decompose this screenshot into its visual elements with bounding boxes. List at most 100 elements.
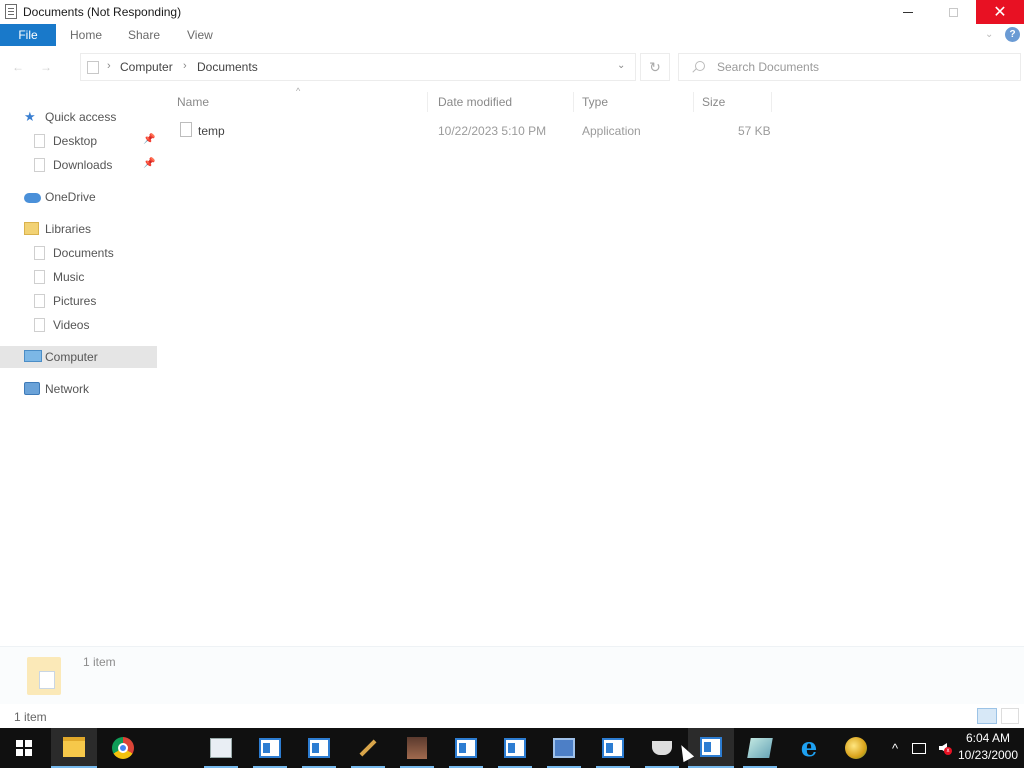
taskbar-pen-tool[interactable] [345,728,391,768]
app-window-icon [308,738,330,758]
sidebar-item-label: Documents [53,246,114,260]
pin-icon[interactable]: 📌 [143,134,155,145]
videos-icon [34,318,45,332]
column-header-type[interactable]: Type [582,95,608,109]
sidebar-item-network[interactable]: Network [0,378,157,400]
large-icons-view-icon[interactable] [1001,708,1019,724]
app-window-icon [455,738,477,758]
table-row[interactable]: temp 10/22/2023 5:10 PM Application 57 K… [175,118,775,142]
taskbar-chrome[interactable] [100,728,146,768]
sidebar-item-documents[interactable]: Documents [0,242,157,264]
sidebar-item-label: Music [53,270,85,284]
network-tray-icon [912,742,926,754]
help-icon[interactable]: ? [1005,27,1020,42]
breadcrumb-separator[interactable]: › [107,60,111,72]
search-input[interactable] [717,54,1007,80]
details-pane: 1 item [0,646,1024,704]
address-dropdown-chevron-icon[interactable]: ⌄ [617,60,625,71]
breadcrumb-computer[interactable]: Computer [120,60,173,74]
file-type: Application [582,124,641,138]
ball-app-icon [845,737,867,759]
start-button[interactable] [0,728,48,768]
clock-time: 6:04 AM [965,731,1011,745]
forward-arrow-icon[interactable]: → [40,60,52,74]
pen-tool-icon [359,739,377,757]
sidebar-item-label: Quick access [45,110,117,124]
taskbar-app-window[interactable] [247,728,293,768]
taskbar-internet-explorer[interactable]: e [786,728,832,768]
sidebar-item-quick-access[interactable]: ★ Quick access [0,106,157,128]
taskbar-app-window[interactable] [198,728,244,768]
taskbar-app-window[interactable] [443,728,489,768]
column-divider[interactable] [573,92,574,112]
taskbar-network-computers[interactable] [541,728,587,768]
tab-file[interactable]: File [0,24,56,46]
taskbar-app-window[interactable] [492,728,538,768]
ribbon-expand-chevron-icon[interactable]: ⌄ [985,29,993,40]
file-size: 57 KB [738,124,771,138]
column-divider[interactable] [771,92,772,112]
pictures-icon [34,294,45,308]
sidebar-item-libraries[interactable]: Libraries [0,218,157,240]
address-bar[interactable]: › Computer › Documents ⌄ [80,53,636,81]
sidebar-item-desktop[interactable]: Desktop 📌 [0,130,157,152]
column-header-name[interactable]: Name [177,95,209,109]
pin-icon[interactable]: 📌 [143,158,155,169]
search-box[interactable] [678,53,1021,81]
chrome-icon [112,737,134,759]
sort-ascending-icon: ^ [296,86,301,96]
details-item-count: 1 item [83,655,116,669]
status-item-count: 1 item [14,710,47,724]
maximize-button[interactable] [930,0,976,24]
taskbar-app-window[interactable] [590,728,636,768]
downloads-icon [34,158,45,172]
muted-badge-icon: x [944,747,952,755]
sidebar-item-label: Desktop [53,134,98,148]
document-app-icon [5,4,17,19]
close-button[interactable]: ✕ [976,0,1024,24]
sidebar-item-downloads[interactable]: Downloads 📌 [0,154,157,176]
sidebar-item-videos[interactable]: Videos [0,314,157,336]
coffee-cup-icon [652,741,672,755]
column-header-size[interactable]: Size [702,95,725,109]
breadcrumb-documents[interactable]: Documents [197,60,258,74]
column-divider[interactable] [693,92,694,112]
network-icon [24,382,40,395]
network-status-button[interactable] [908,728,930,768]
refresh-button[interactable]: ↻ [640,53,670,81]
libraries-icon [24,222,39,235]
column-divider[interactable] [427,92,428,112]
taskbar-notepad-app[interactable] [737,728,783,768]
column-header-date-modified[interactable]: Date modified [438,95,512,109]
taskbar-ball-app[interactable] [833,728,879,768]
taskbar-file-explorer[interactable] [51,728,97,768]
breadcrumb-separator[interactable]: › [183,60,187,72]
app-window-icon [700,737,722,757]
close-icon: ✕ [993,2,1007,21]
tab-share[interactable]: Share [128,28,160,42]
taskbar-app-window[interactable] [688,728,734,768]
documents-icon [34,246,45,260]
photo-app-icon [407,737,427,759]
refresh-icon: ↻ [649,59,661,75]
tab-view[interactable]: View [187,28,213,42]
sidebar-item-onedrive[interactable]: OneDrive [0,186,157,208]
chevron-up-icon: ^ [891,740,899,756]
details-view-icon[interactable] [977,708,997,724]
sidebar-item-music[interactable]: Music [0,266,157,288]
sidebar-item-computer[interactable]: Computer [0,346,157,368]
back-arrow-icon[interactable]: ← [12,60,24,74]
file-date-modified: 10/22/2023 5:10 PM [438,124,547,138]
computer-icon [24,350,42,362]
taskbar-app-window[interactable] [296,728,342,768]
music-icon [34,270,45,284]
minimize-button[interactable] [885,0,931,24]
file-list: Name ^ Date modified Type Size temp 10/2… [165,86,1024,644]
tab-home[interactable]: Home [70,28,102,42]
show-hidden-icons-button[interactable]: ^ [886,728,904,768]
window-title: Documents (Not Responding) [23,5,182,19]
taskbar-clock[interactable]: 6:04 AM 10/23/2000 [956,730,1020,766]
taskbar-photo-app[interactable] [394,728,440,768]
sidebar-item-label: Pictures [53,294,97,308]
sidebar-item-pictures[interactable]: Pictures [0,290,157,312]
